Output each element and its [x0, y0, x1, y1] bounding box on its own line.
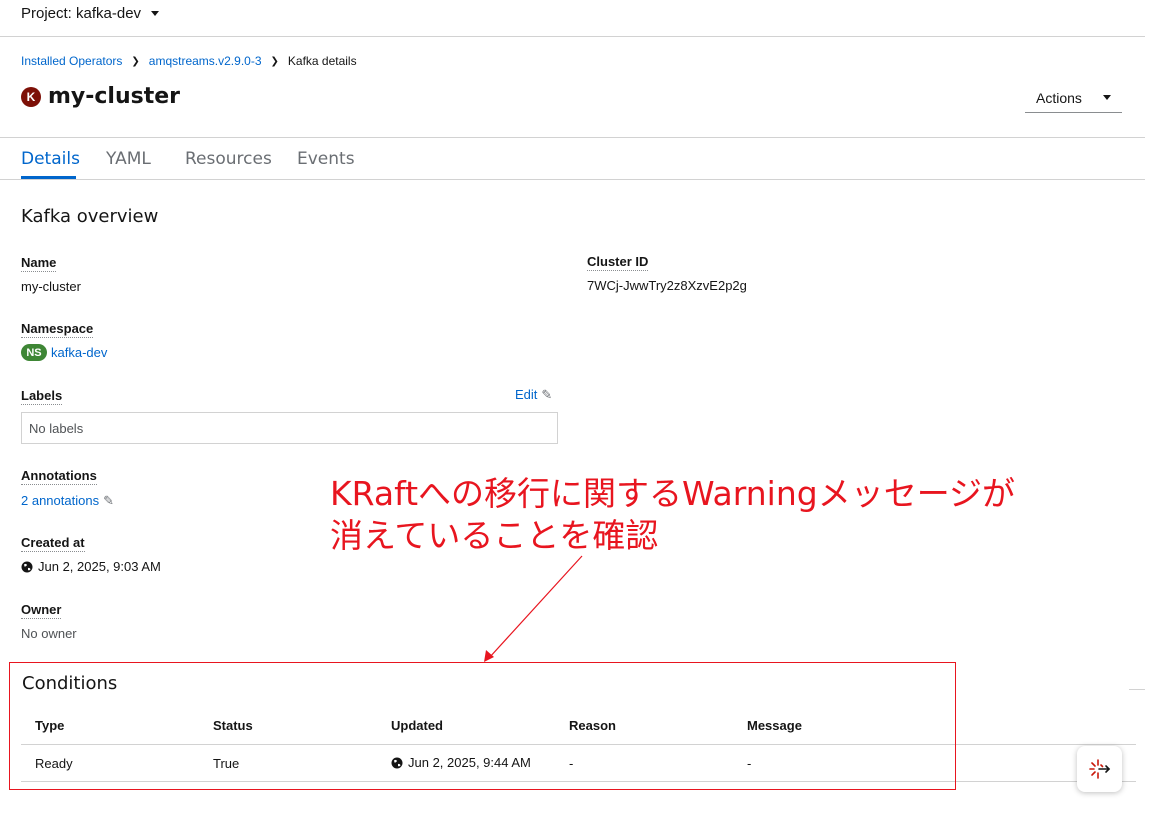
name-value: my-cluster [21, 279, 81, 294]
namespace-label: Namespace [21, 321, 94, 338]
chevron-right-icon: ❯ [270, 55, 279, 67]
tab-resources[interactable]: Resources [185, 149, 272, 169]
name-label: Name [21, 255, 57, 272]
labels-box: No labels [21, 412, 558, 444]
created-at-label: Created at [21, 535, 85, 552]
cluster-id-value: 7WCj-JwwTry2z8XzvE2p2g [587, 278, 747, 293]
annotation-line-2: 消えていることを確認 [330, 516, 659, 555]
annotation-highlight-box [9, 662, 956, 790]
created-at-value: Jun 2, 2025, 9:03 AM [21, 559, 161, 574]
owner-value: No owner [21, 626, 77, 641]
project-label: Project: kafka-dev [21, 5, 142, 22]
pencil-icon: ✎ [103, 493, 114, 508]
labels-edit-label: Edit [515, 387, 538, 402]
caret-down-icon [1103, 95, 1111, 100]
overview-heading: Kafka overview [21, 206, 159, 227]
active-tab-indicator [21, 176, 76, 179]
sparkle-arrow-icon [1088, 759, 1110, 779]
tab-events[interactable]: Events [297, 149, 355, 169]
breadcrumb-operator-version[interactable]: amqstreams.v2.9.0-3 [149, 54, 262, 68]
pencil-icon: ✎ [541, 387, 553, 402]
created-at-text: Jun 2, 2025, 9:03 AM [38, 559, 161, 574]
page-title: K my-cluster [21, 84, 180, 109]
annotations-label: Annotations [21, 468, 97, 485]
quick-help-button[interactable] [1077, 746, 1122, 792]
tab-bar: Details YAML Resources Events [0, 137, 1145, 180]
divider [1129, 689, 1145, 690]
project-bar: Project: kafka-dev [0, 0, 1145, 37]
annotations-edit-button[interactable]: 2 annotations ✎ [21, 493, 114, 509]
labels-edit-button[interactable]: Edit ✎ [515, 387, 552, 403]
kafka-resource-badge: K [21, 86, 41, 107]
namespace-link[interactable]: kafka-dev [51, 345, 107, 360]
cluster-id-label: Cluster ID [587, 254, 649, 271]
resource-name: my-cluster [48, 84, 181, 109]
tab-yaml[interactable]: YAML [106, 149, 151, 169]
breadcrumb-installed-operators[interactable]: Installed Operators [21, 54, 122, 68]
labels-label: Labels [21, 388, 63, 405]
tab-details[interactable]: Details [21, 149, 80, 169]
caret-down-icon [151, 11, 160, 16]
globe-icon [21, 561, 33, 572]
namespace-badge: NS [21, 344, 47, 361]
chevron-right-icon: ❯ [131, 55, 140, 67]
breadcrumb: Installed Operators ❯ amqstreams.v2.9.0-… [21, 54, 357, 68]
annotation-callout: KRaftへの移行に関するWarningメッセージが 消えていることを確認 [330, 473, 1110, 557]
namespace-value: NS kafka-dev [21, 344, 107, 361]
actions-label: Actions [1036, 89, 1082, 106]
actions-dropdown[interactable]: Actions [1025, 83, 1122, 113]
annotations-link: 2 annotations [21, 493, 100, 508]
breadcrumb-current: Kafka details [287, 54, 357, 68]
owner-label: Owner [21, 602, 62, 619]
annotation-line-1: KRaftへの移行に関するWarningメッセージが [330, 474, 1016, 513]
project-selector[interactable]: Project: kafka-dev [21, 5, 160, 22]
